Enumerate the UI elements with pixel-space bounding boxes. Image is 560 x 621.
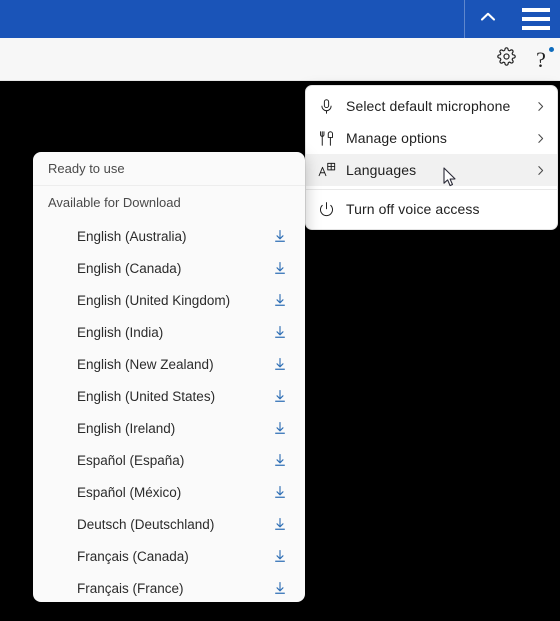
language-name: Deutsch (Deutschland) — [77, 516, 215, 532]
ready-to-use-header: Ready to use — [33, 152, 305, 186]
list-item[interactable]: Deutsch (Deutschland) — [33, 508, 305, 540]
download-arrow-icon[interactable] — [273, 581, 287, 595]
gear-icon — [496, 47, 516, 71]
list-item[interactable]: Español (México) — [33, 476, 305, 508]
hamburger-menu-icon — [522, 8, 550, 30]
main-menu-button[interactable] — [512, 0, 560, 38]
language-name: English (Canada) — [77, 260, 182, 276]
menu-item-label: Turn off voice access — [346, 201, 480, 217]
download-arrow-icon[interactable] — [273, 517, 287, 531]
language-name: Español (México) — [77, 484, 182, 500]
list-item[interactable]: English (Canada) — [33, 252, 305, 284]
menu-item-label: Select default microphone — [346, 98, 511, 114]
menu-item-label: Languages — [346, 162, 417, 178]
tools-icon — [318, 130, 346, 147]
chevron-right-icon — [534, 164, 547, 177]
language-name: English (Australia) — [77, 228, 187, 244]
secondary-toolbar: ? — [0, 38, 560, 81]
language-name: English (India) — [77, 324, 164, 340]
collapse-button[interactable] — [464, 0, 512, 38]
help-button[interactable]: ? — [524, 38, 558, 80]
chevron-up-icon — [477, 6, 499, 33]
list-item[interactable]: English (India) — [33, 316, 305, 348]
list-item[interactable]: English (New Zealand) — [33, 348, 305, 380]
title-bar — [0, 0, 560, 38]
list-item[interactable]: English (United States) — [33, 380, 305, 412]
language-name: Français (France) — [77, 580, 184, 596]
chevron-right-icon — [534, 100, 547, 113]
download-arrow-icon[interactable] — [273, 453, 287, 467]
help-notification-badge — [549, 47, 554, 52]
download-arrow-icon[interactable] — [273, 485, 287, 499]
language-icon — [318, 161, 346, 179]
language-list: English (Australia) English (Canada) Eng… — [33, 218, 305, 602]
language-name: English (United Kingdom) — [77, 292, 231, 308]
download-arrow-icon[interactable] — [273, 549, 287, 563]
menu-item-label: Manage options — [346, 130, 448, 146]
language-name: English (Ireland) — [77, 420, 176, 436]
download-arrow-icon[interactable] — [273, 293, 287, 307]
download-arrow-icon[interactable] — [273, 325, 287, 339]
available-for-download-header: Available for Download — [48, 194, 181, 210]
language-name: Français (Canada) — [77, 548, 189, 564]
menu-item-languages[interactable]: Languages — [306, 154, 557, 186]
list-item[interactable]: English (United Kingdom) — [33, 284, 305, 316]
list-item[interactable]: Français (France) — [33, 572, 305, 602]
list-item[interactable]: English (Australia) — [33, 220, 305, 252]
download-arrow-icon[interactable] — [273, 229, 287, 243]
menu-item-select-default-microphone[interactable]: Select default microphone — [306, 90, 557, 122]
download-arrow-icon[interactable] — [273, 421, 287, 435]
download-arrow-icon[interactable] — [273, 261, 287, 275]
microphone-icon — [318, 98, 346, 115]
power-icon — [318, 201, 346, 218]
question-mark-icon: ? — [536, 47, 546, 72]
download-arrow-icon[interactable] — [273, 357, 287, 371]
languages-panel: Ready to use Available for Download Engl… — [33, 152, 305, 602]
chevron-right-icon — [534, 132, 547, 145]
language-name: Español (España) — [77, 452, 185, 468]
settings-button[interactable] — [489, 38, 523, 80]
list-item[interactable]: Français (Canada) — [33, 540, 305, 572]
language-name: English (New Zealand) — [77, 356, 214, 372]
list-item[interactable]: English (Ireland) — [33, 412, 305, 444]
menu-item-turn-off-voice-access[interactable]: Turn off voice access — [306, 193, 557, 225]
download-arrow-icon[interactable] — [273, 389, 287, 403]
list-item[interactable]: Español (España) — [33, 444, 305, 476]
language-name: English (United States) — [77, 388, 216, 404]
voice-access-context-menu: Select default microphone Manage options — [305, 85, 558, 230]
menu-divider — [306, 189, 557, 190]
menu-item-manage-options[interactable]: Manage options — [306, 122, 557, 154]
